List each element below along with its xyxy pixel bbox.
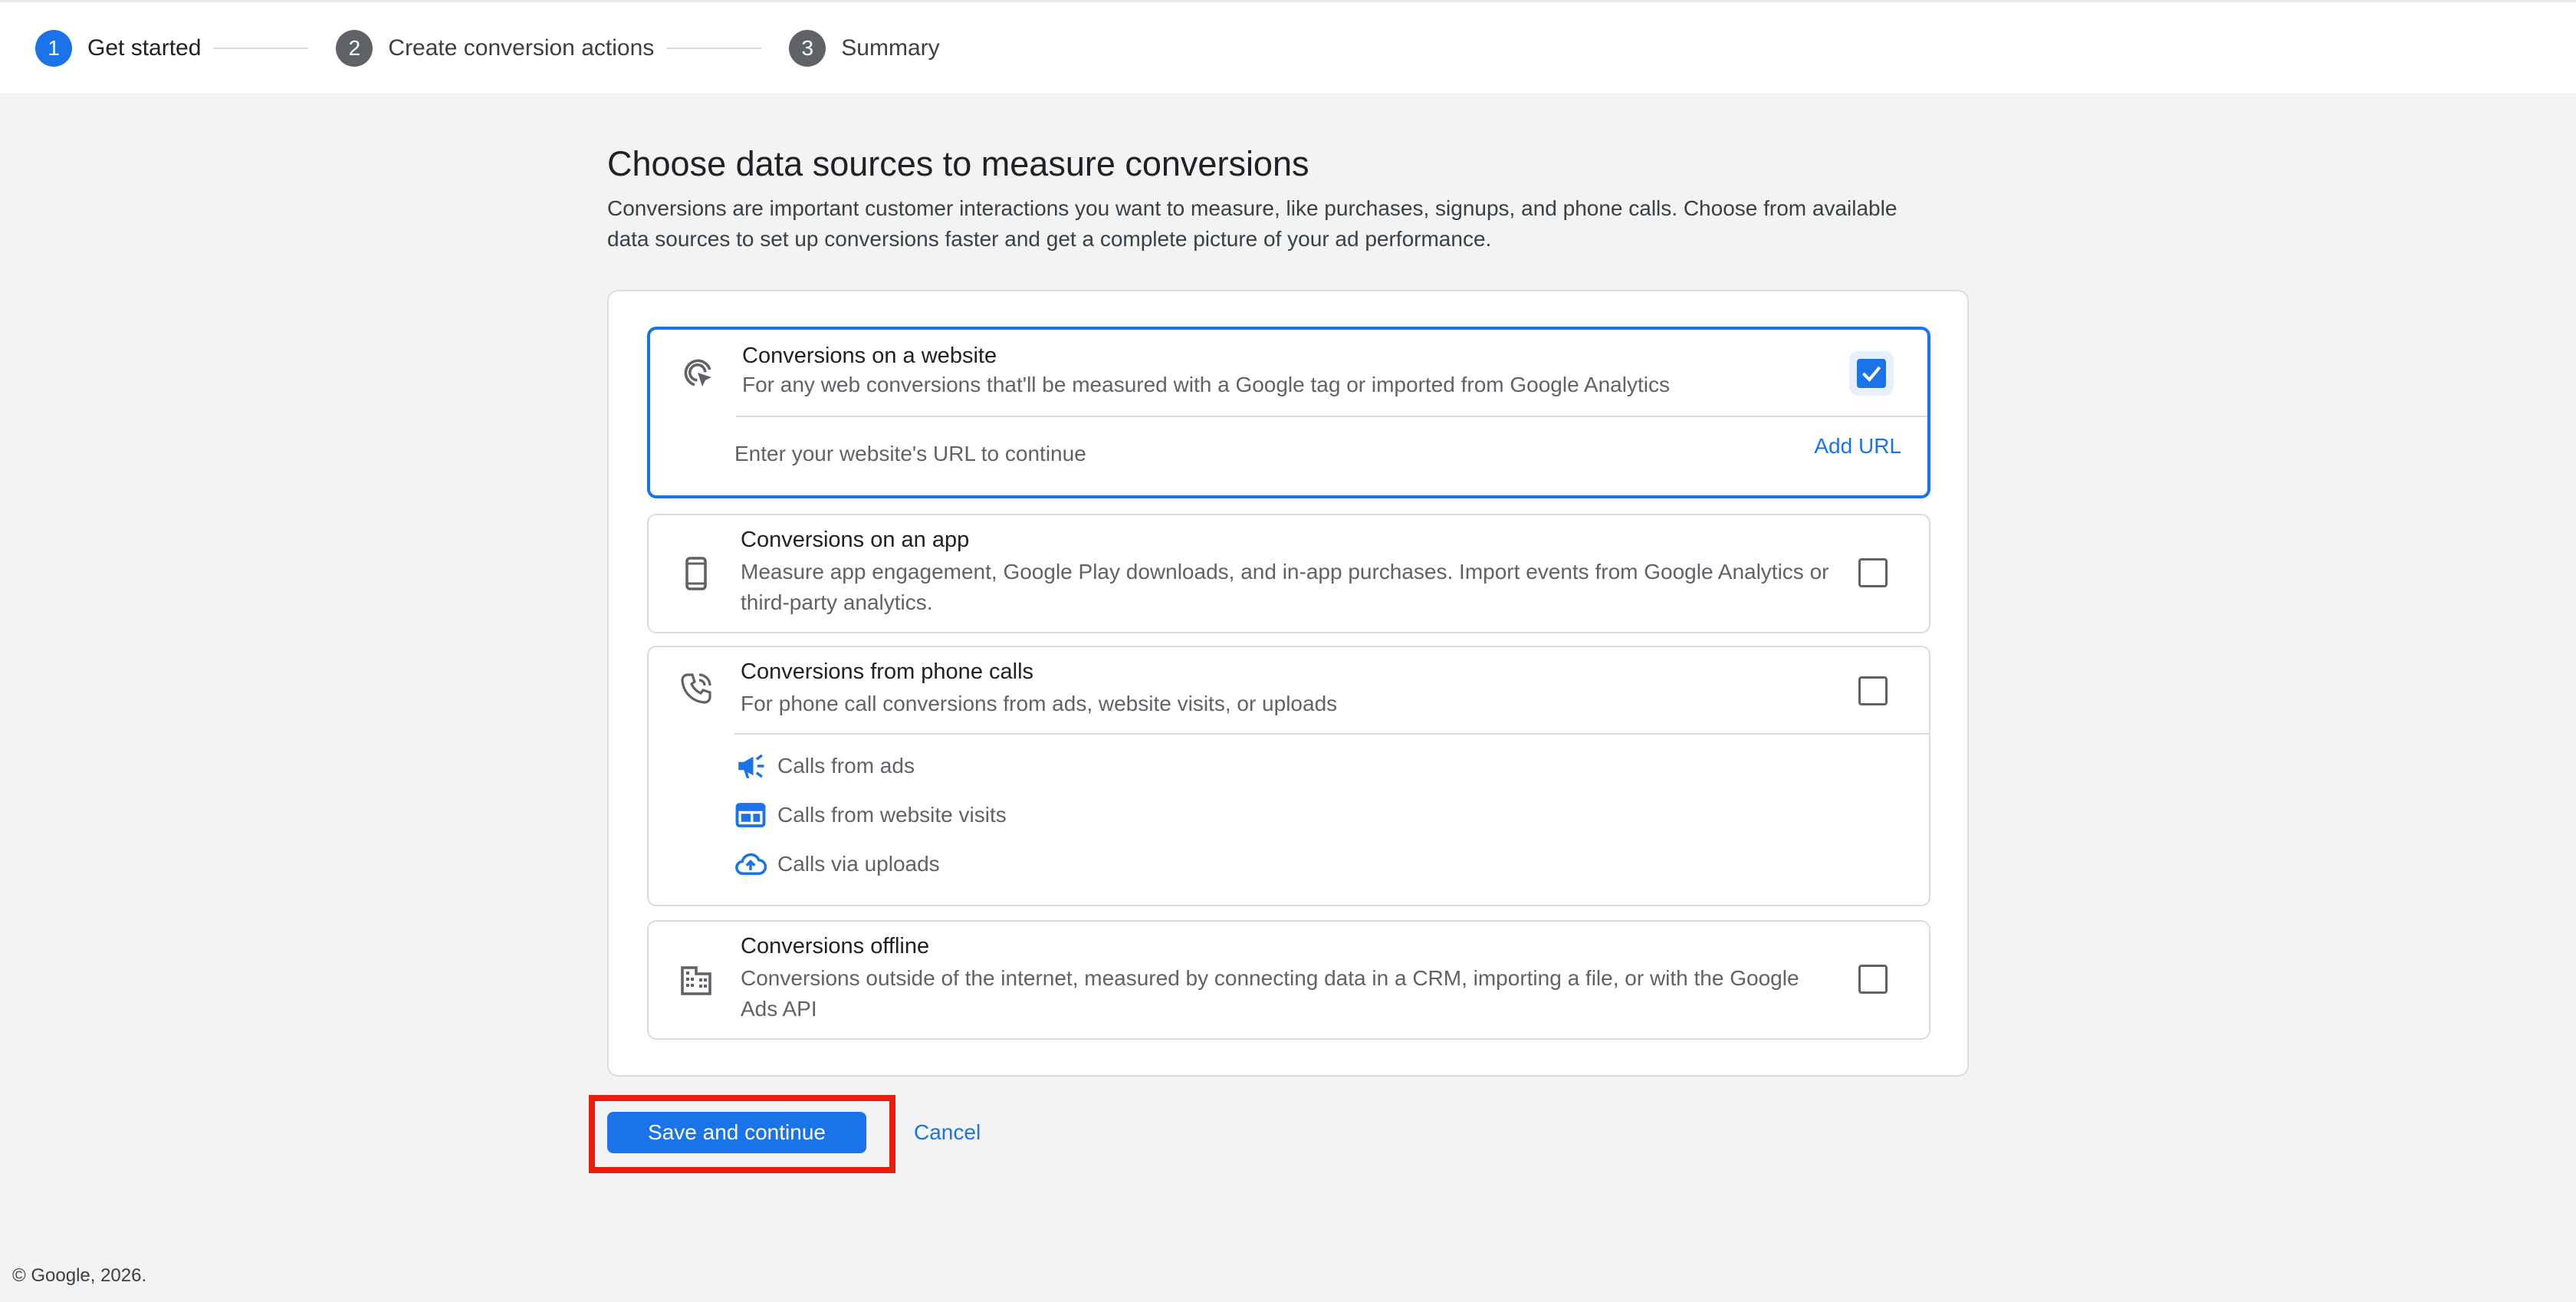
sub-item-label: Calls from ads xyxy=(777,754,915,778)
option-description: For phone call conversions from ads, web… xyxy=(741,692,1338,715)
step-label: Create conversion actions xyxy=(388,35,655,61)
page-description: Conversions are important customer inter… xyxy=(607,196,1898,251)
option-title: Conversions on an app xyxy=(741,528,970,552)
data-sources-card: Conversions on a website For any web con… xyxy=(607,290,1969,1077)
step-label: Get started xyxy=(87,35,202,61)
step-connector xyxy=(213,47,309,49)
phone-calls-checkbox[interactable] xyxy=(1858,676,1888,705)
cloud-upload-icon xyxy=(735,853,767,876)
action-bar: Save and continue Cancel xyxy=(589,1095,981,1173)
step-label: Summary xyxy=(841,35,940,61)
step-summary[interactable]: 3 Summary xyxy=(789,29,940,67)
page-title: Choose data sources to measure conversio… xyxy=(607,144,1309,183)
divider xyxy=(736,416,1927,417)
step-connector xyxy=(666,47,762,49)
option-description: For any web conversions that'll be measu… xyxy=(742,373,1670,396)
option-app[interactable]: Conversions on an app Measure app engage… xyxy=(647,514,1930,633)
save-and-continue-button[interactable]: Save and continue xyxy=(607,1112,866,1153)
phone-call-icon xyxy=(681,673,711,704)
smartphone-icon xyxy=(685,557,707,590)
sub-item-calls-via-uploads: Calls via uploads xyxy=(734,848,940,880)
check-icon xyxy=(1861,366,1881,382)
main-content: Choose data sources to measure conversio… xyxy=(607,143,1969,1077)
sub-item-calls-from-website-visits: Calls from website visits xyxy=(734,799,1007,831)
step-get-started[interactable]: 1 Get started xyxy=(35,29,202,67)
divider xyxy=(734,733,1929,735)
option-website[interactable]: Conversions on a website For any web con… xyxy=(647,327,1930,498)
option-description: Measure app engagement, Google Play down… xyxy=(741,560,1829,614)
website-checkbox[interactable] xyxy=(1857,359,1886,388)
option-phone-calls[interactable]: Conversions from phone calls For phone c… xyxy=(647,646,1930,906)
megaphone-icon xyxy=(738,754,764,778)
step-number: 2 xyxy=(336,29,373,67)
option-title: Conversions on a website xyxy=(742,344,997,368)
option-offline[interactable]: Conversions offline Conversions outside … xyxy=(647,920,1930,1040)
stepper: 1 Get started 2 Create conversion action… xyxy=(0,0,2576,94)
step-create-conversion-actions[interactable]: 2 Create conversion actions xyxy=(336,29,655,67)
copyright-footer: © Google, 2026. xyxy=(12,1265,147,1286)
web-page-icon xyxy=(735,803,766,827)
step-number: 3 xyxy=(789,29,826,67)
option-title: Conversions from phone calls xyxy=(741,659,1034,684)
cursor-click-icon xyxy=(684,359,711,386)
step-number: 1 xyxy=(35,29,72,67)
app-checkbox[interactable] xyxy=(1858,558,1888,587)
option-description: Conversions outside of the internet, mea… xyxy=(741,966,1799,1021)
sub-item-label: Calls from website visits xyxy=(777,803,1007,827)
add-url-button[interactable]: Add URL xyxy=(1814,434,1901,459)
url-hint: Enter your website's URL to continue xyxy=(734,442,1086,465)
cancel-button[interactable]: Cancel xyxy=(914,1120,981,1145)
building-icon xyxy=(681,966,711,995)
sub-item-calls-from-ads: Calls from ads xyxy=(734,750,915,782)
option-title: Conversions offline xyxy=(741,934,930,958)
offline-checkbox[interactable] xyxy=(1858,965,1888,994)
sub-item-label: Calls via uploads xyxy=(777,852,940,876)
